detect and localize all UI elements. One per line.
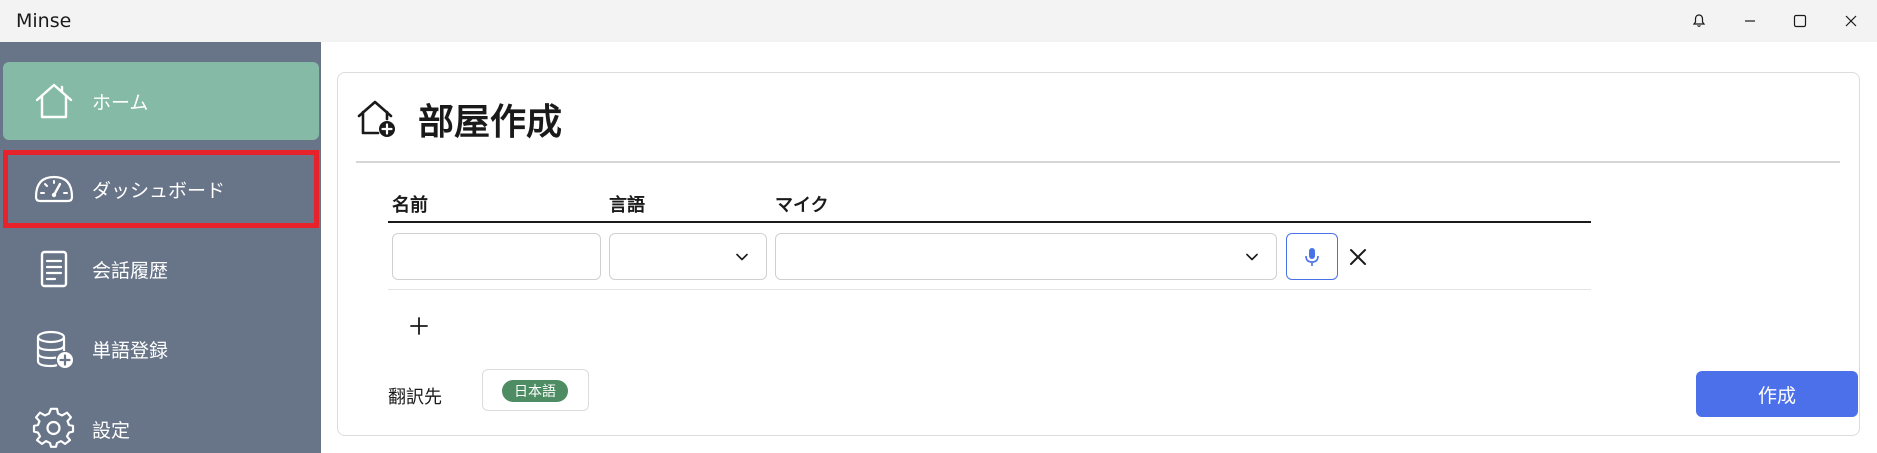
sidebar-item-settings[interactable]: 設定 [3, 390, 319, 453]
close-icon [1350, 249, 1366, 265]
app-title: Minse [16, 10, 72, 32]
sidebar-item-words[interactable]: 単語登録 [3, 310, 319, 388]
divider [356, 161, 1840, 163]
home-add-icon [357, 100, 395, 137]
main-content: 部屋作成 名前 言語 マイク 翻訳先 日本語 作成 [321, 42, 1877, 453]
translation-target-selector[interactable]: 日本語 [482, 369, 589, 411]
microphone-icon [1305, 247, 1319, 266]
minimize-button[interactable] [1725, 0, 1775, 42]
maximize-button[interactable] [1775, 0, 1825, 42]
mic-select[interactable] [775, 233, 1277, 280]
chevron-down-icon [1246, 253, 1258, 261]
create-button[interactable]: 作成 [1696, 371, 1858, 417]
close-icon [1845, 15, 1857, 27]
title-bar: Minse [0, 0, 1877, 42]
maximize-icon [1793, 14, 1807, 28]
sidebar-item-label: ホーム [92, 92, 149, 114]
plus-icon [410, 317, 428, 335]
home-icon [30, 77, 78, 125]
row-divider [388, 289, 1591, 290]
header-divider [388, 221, 1591, 223]
sidebar-item-label: 単語登録 [92, 340, 169, 362]
mic-test-button[interactable] [1286, 233, 1338, 280]
name-input[interactable] [393, 234, 600, 279]
minimize-icon [1745, 20, 1755, 22]
language-select[interactable] [609, 233, 767, 280]
sidebar-item-label: ダッシュボード [92, 180, 226, 202]
sidebar-item-home[interactable]: ホーム [3, 62, 319, 140]
sidebar-item-dashboard[interactable]: ダッシュボード [3, 150, 319, 228]
chevron-down-icon [736, 253, 748, 261]
create-room-card: 部屋作成 名前 言語 マイク 翻訳先 日本語 作成 [337, 72, 1860, 436]
sidebar: ホーム ダッシュボード 会話履歴 単語登録 設定 [0, 42, 321, 453]
sidebar-item-label: 会話履歴 [92, 260, 169, 282]
bell-icon [1692, 14, 1706, 27]
page-title: 部屋作成 [418, 102, 563, 143]
remove-row-button[interactable] [1342, 241, 1374, 273]
language-badge[interactable]: 日本語 [502, 380, 568, 402]
add-participant-button[interactable] [402, 309, 436, 343]
column-header-name: 名前 [392, 195, 428, 216]
window-close-button[interactable] [1826, 0, 1876, 42]
notification-button[interactable] [1674, 0, 1724, 42]
sidebar-item-history[interactable]: 会話履歴 [3, 230, 319, 308]
column-header-mic: マイク [775, 195, 829, 216]
dashboard-icon [30, 165, 78, 213]
sidebar-item-label: 設定 [92, 420, 131, 442]
translation-target-label: 翻訳先 [388, 387, 442, 408]
document-icon [30, 245, 78, 293]
gear-icon [30, 405, 78, 453]
column-header-language: 言語 [609, 195, 645, 216]
name-field[interactable] [392, 233, 601, 280]
database-add-icon [30, 325, 78, 373]
